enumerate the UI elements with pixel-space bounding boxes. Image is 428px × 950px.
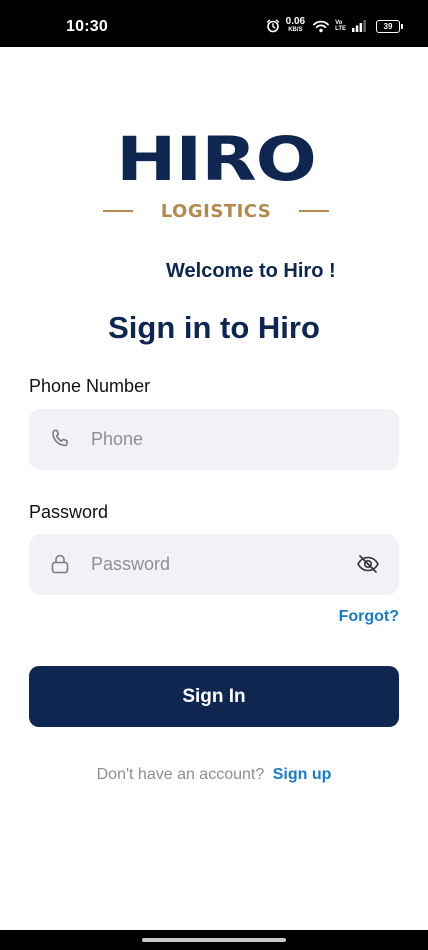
home-indicator[interactable] (142, 938, 286, 942)
alarm-icon (266, 19, 280, 33)
logo-left-rule (103, 210, 133, 212)
signup-row: Don't have an account? Sign up (0, 766, 428, 784)
status-icons: 0.06 KB/S Vo LTE 39 (266, 16, 403, 34)
sign-in-button[interactable]: Sign In (29, 666, 399, 727)
lock-icon (48, 552, 72, 576)
status-time: 10:30 (66, 18, 108, 35)
page-title: Sign in to Hiro (108, 310, 320, 345)
volte-bottom: LTE (335, 26, 346, 32)
signal-icon (352, 20, 366, 32)
net-speed-value: 0.06 (285, 16, 306, 27)
phone-input[interactable] (91, 409, 351, 470)
logo-right-rule (299, 210, 329, 212)
password-label: Password (29, 502, 109, 522)
phone-icon (48, 427, 72, 451)
status-bar: 10:30 0.06 KB/S Vo LTE 39 (0, 0, 428, 47)
password-input[interactable] (91, 534, 351, 595)
logo-word: HIRO (116, 123, 317, 195)
password-field[interactable] (29, 534, 399, 595)
signup-prompt: Don't have an account? (96, 766, 265, 783)
volte-indicator: Vo LTE (335, 20, 346, 32)
forgot-password-link[interactable]: Forgot? (339, 608, 399, 626)
net-speed-unit: KB/S (288, 27, 303, 33)
logo-sub-row: LOGISTICS (103, 200, 329, 222)
phone-field[interactable] (29, 409, 399, 470)
hiro-logistics-logo: HIRO LOGISTICS (103, 123, 329, 225)
net-speed: 0.06 KB/S (285, 16, 306, 34)
wifi-icon (313, 20, 330, 33)
battery-icon: 39 (376, 19, 403, 33)
phone-label: Phone Number (29, 376, 151, 396)
welcome-text: Welcome to Hiro ! (166, 260, 336, 282)
logo-sub-text: LOGISTICS (160, 200, 272, 222)
navigation-bar (0, 930, 428, 950)
eye-off-icon[interactable] (356, 552, 380, 576)
sign-up-link[interactable]: Sign up (273, 766, 332, 783)
